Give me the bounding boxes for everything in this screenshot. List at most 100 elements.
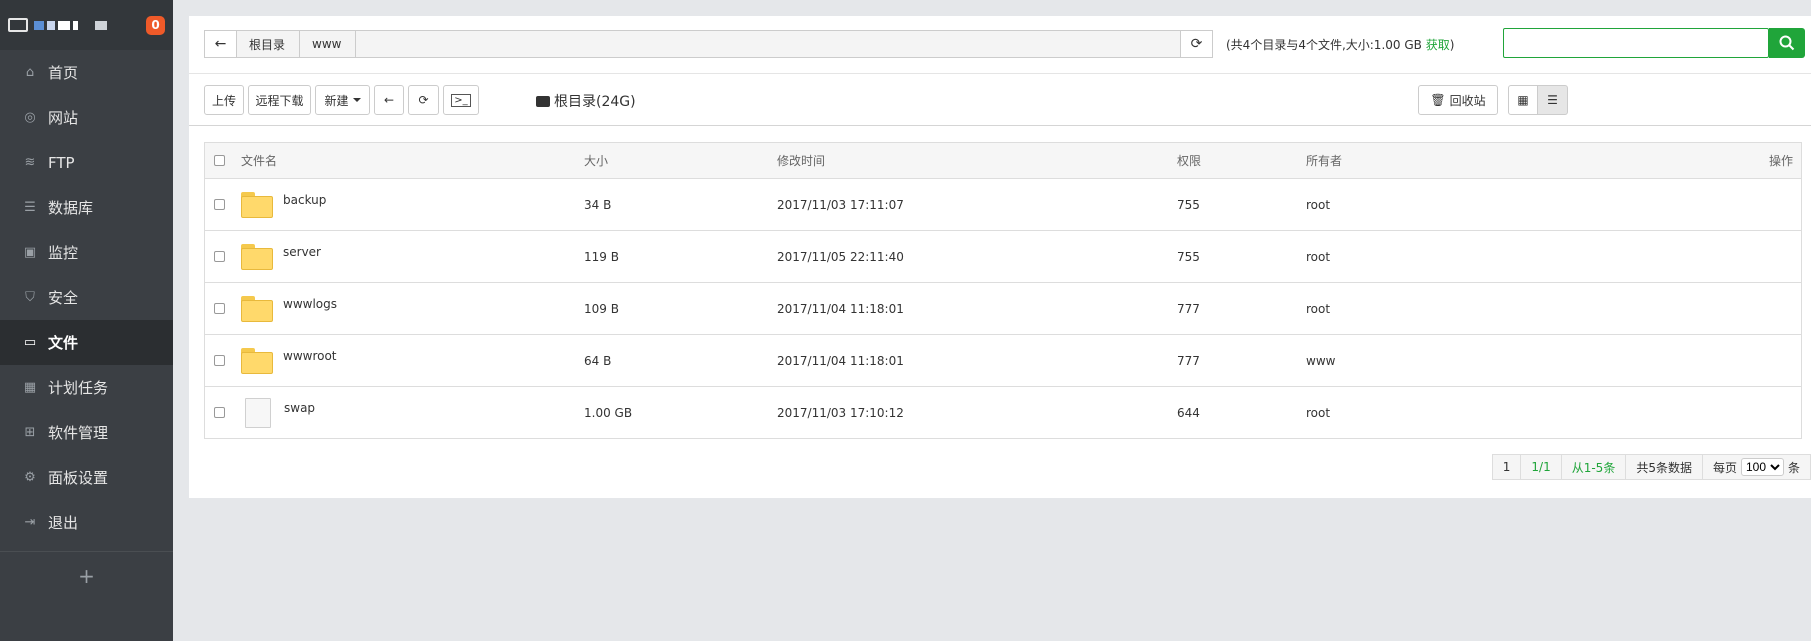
per-page-unit: 条	[1787, 460, 1800, 475]
file-mtime: 2017/11/03 17:11:07	[777, 197, 904, 212]
file-mtime: 2017/11/04 11:18:01	[777, 353, 904, 368]
breadcrumb-root[interactable]: 根目录	[237, 31, 301, 57]
table-row[interactable]: swap 1.00 GB 2017/11/03 17:10:12 644 root	[205, 386, 1801, 438]
ftp-icon: ≋	[24, 155, 36, 170]
file-mtime: 2017/11/05 22:11:40	[777, 249, 904, 264]
sidebar-item-label: 文件	[48, 334, 79, 352]
sidebar-header: 0	[0, 0, 173, 50]
sidebar-item-5[interactable]: ⛉ 安全	[0, 275, 173, 320]
notification-badge[interactable]: 0	[146, 15, 165, 35]
grid-view-button[interactable]: ▦	[1508, 85, 1538, 115]
folder-icon	[241, 347, 273, 374]
apps-icon: ⊞	[24, 425, 36, 440]
path-refresh-button[interactable]: ⟳	[1180, 31, 1212, 57]
sidebar-item-2[interactable]: ≋ FTP	[0, 140, 173, 185]
sidebar-item-label: 安全	[48, 289, 79, 307]
terminal-button[interactable]: >_	[443, 85, 479, 115]
refresh-button[interactable]: ⟳	[408, 85, 439, 115]
header-time[interactable]: 修改时间	[777, 152, 1177, 169]
file-name[interactable]: backup	[283, 193, 326, 207]
remote-download-button[interactable]: 远程下载	[248, 85, 311, 115]
hdd-icon	[536, 95, 550, 107]
sidebar-item-10[interactable]: ⇥ 退出	[0, 500, 173, 545]
file-size: 34 B	[584, 197, 612, 212]
header-size[interactable]: 大小	[584, 152, 777, 169]
file-name-cell[interactable]: backup	[241, 191, 584, 218]
add-shortcut-button[interactable]: +	[0, 551, 173, 599]
monitor-icon	[8, 18, 28, 32]
sidebar-item-label: 网站	[48, 109, 79, 127]
get-size-link[interactable]: 获取	[1426, 38, 1450, 52]
arrow-left-icon: ←	[214, 36, 227, 52]
sidebar-item-label: 监控	[48, 244, 79, 262]
select-all-checkbox[interactable]	[214, 155, 225, 166]
sidebar-item-0[interactable]: ⌂ 首页	[0, 50, 173, 95]
header-name[interactable]: 文件名	[241, 152, 584, 169]
row-checkbox[interactable]	[214, 199, 225, 210]
total-count: 共5条数据	[1626, 455, 1703, 479]
per-page-select[interactable]: 100	[1740, 458, 1784, 476]
sidebar-item-4[interactable]: ▣ 监控	[0, 230, 173, 275]
file-owner: root	[1306, 249, 1331, 264]
gear-icon: ⚙	[24, 470, 36, 485]
summary-suffix: )	[1449, 38, 1455, 52]
path-input-area[interactable]	[356, 31, 1180, 57]
refresh-icon: ⟳	[1190, 36, 1203, 52]
file-name-cell[interactable]: wwwroot	[241, 347, 584, 374]
file-name[interactable]: server	[283, 245, 321, 259]
disk-indicator: 根目录(24G)	[536, 91, 636, 111]
file-mtime: 2017/11/04 11:18:01	[777, 301, 904, 316]
table-row[interactable]: server 119 B 2017/11/05 22:11:40 755 root	[205, 230, 1801, 282]
arrow-left-icon: ←	[383, 93, 395, 107]
file-perm: 777	[1177, 301, 1200, 316]
upload-button[interactable]: 上传	[204, 85, 244, 115]
globe-icon: ◎	[24, 110, 36, 125]
recycle-bin-button[interactable]: 🗑 回收站	[1418, 85, 1498, 115]
sidebar-item-label: FTP	[48, 153, 75, 172]
shield-icon: ⛉	[25, 290, 35, 305]
back-button[interactable]: ←	[374, 85, 404, 115]
file-name[interactable]: wwwlogs	[283, 297, 337, 311]
table-row[interactable]: wwwlogs 109 B 2017/11/04 11:18:01 777 root	[205, 282, 1801, 334]
dir-summary: (共4个目录与4个文件,大小:1.00 GB 获取)	[1226, 36, 1454, 53]
sidebar-item-7[interactable]: ▦ 计划任务	[0, 365, 173, 410]
row-checkbox[interactable]	[214, 355, 225, 366]
file-name-cell[interactable]: wwwlogs	[241, 295, 584, 322]
page-number[interactable]: 1	[1492, 455, 1522, 479]
file-perm: 777	[1177, 353, 1200, 368]
search-input[interactable]	[1503, 28, 1769, 58]
sidebar-item-1[interactable]: ◎ 网站	[0, 95, 173, 140]
file-perm: 755	[1177, 249, 1200, 264]
sidebar-item-label: 数据库	[48, 199, 94, 217]
sidebar-item-6[interactable]: ▭ 文件	[0, 320, 173, 365]
header-owner: 所有者	[1306, 154, 1343, 168]
sidebar-item-8[interactable]: ⊞ 软件管理	[0, 410, 173, 455]
file-name-cell[interactable]: server	[241, 243, 584, 270]
path-back-button[interactable]: ←	[205, 31, 237, 57]
table-row[interactable]: backup 34 B 2017/11/03 17:11:07 755 root	[205, 178, 1801, 230]
pagination: 1 1/1 从1-5条 共5条数据 每页 100 条	[1491, 454, 1811, 480]
per-page-label: 每页	[1712, 460, 1737, 475]
folder-icon: ▭	[23, 335, 37, 350]
grid-icon: ▦	[1517, 93, 1529, 107]
sidebar-item-3[interactable]: ☰ 数据库	[0, 185, 173, 230]
sidebar-item-9[interactable]: ⚙ 面板设置	[0, 455, 173, 500]
row-checkbox[interactable]	[214, 303, 225, 314]
file-name[interactable]: swap	[284, 401, 315, 415]
sidebar-item-label: 软件管理	[48, 424, 109, 442]
new-dropdown-button[interactable]: 新建	[315, 85, 370, 115]
new-label: 新建	[324, 93, 349, 108]
folder-icon	[241, 191, 273, 218]
row-checkbox[interactable]	[214, 407, 225, 418]
file-table: 文件名 大小 修改时间 权限 所有者 操作 backup 34 B 2017/11/…	[204, 142, 1802, 439]
file-name-cell[interactable]: swap	[241, 397, 584, 428]
summary-text: (共4个目录与4个文件,大小:1.00 GB	[1226, 38, 1426, 52]
file-name[interactable]: wwwroot	[283, 349, 337, 363]
search-button[interactable]	[1769, 28, 1805, 58]
sidebar-item-label: 计划任务	[48, 379, 109, 397]
list-view-button[interactable]: ☰	[1537, 85, 1568, 115]
table-row[interactable]: wwwroot 64 B 2017/11/04 11:18:01 777 www	[205, 334, 1801, 386]
row-checkbox[interactable]	[214, 251, 225, 262]
breadcrumb-www[interactable]: www	[300, 31, 357, 57]
database-icon: ☰	[24, 200, 36, 215]
